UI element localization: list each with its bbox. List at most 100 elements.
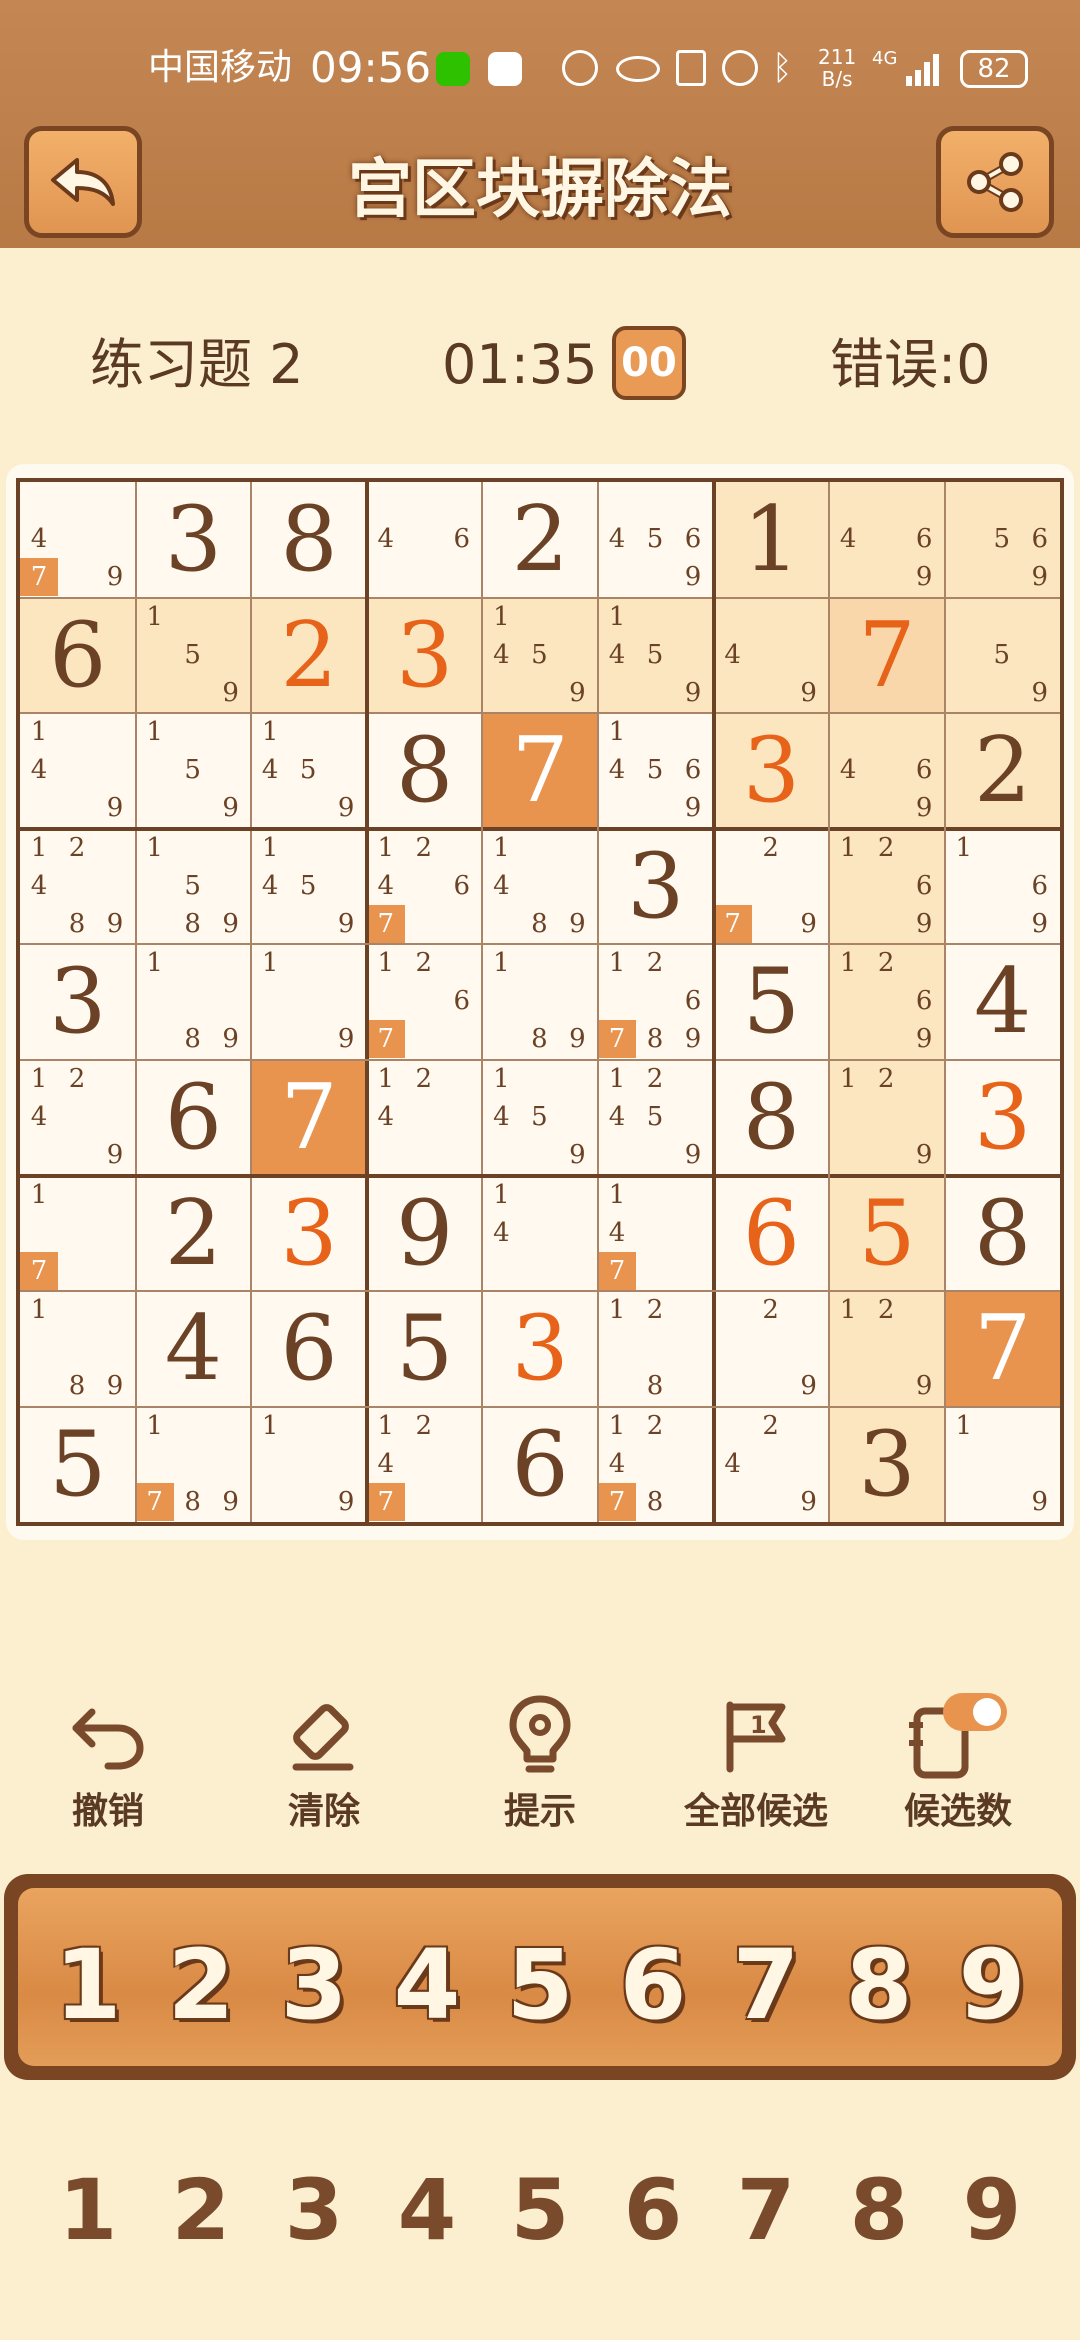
board-cell[interactable]: 1 89: [136, 944, 252, 1060]
board-cell[interactable]: 124: [367, 1060, 483, 1176]
board-cell[interactable]: 124 6 7: [366, 829, 483, 945]
board-cell[interactable]: 124 9: [20, 1060, 136, 1176]
candidate-key[interactable]: 7: [710, 2160, 822, 2260]
board-cell[interactable]: 1247: [366, 1407, 483, 1523]
board-cell[interactable]: 59: [944, 597, 1061, 714]
board-cell[interactable]: 3: [713, 713, 830, 829]
board-cell[interactable]: 12478: [598, 1407, 714, 1523]
number-key[interactable]: 8: [823, 1930, 935, 2040]
board-cell[interactable]: 1 459: [251, 829, 367, 945]
board-cell[interactable]: 29: [714, 1291, 830, 1407]
board-cell[interactable]: 126 789: [598, 944, 714, 1060]
board-cell[interactable]: 4 6 9: [829, 713, 945, 829]
board-cell[interactable]: 2: [482, 482, 598, 598]
board-cell[interactable]: 19: [251, 1407, 367, 1523]
board-cell[interactable]: 159: [135, 597, 252, 714]
board-cell[interactable]: 1 89: [20, 1291, 136, 1407]
board-cell[interactable]: 56 9: [944, 482, 1061, 598]
board-cell[interactable]: 1 459: [482, 597, 598, 714]
board-cell[interactable]: 8: [945, 1176, 1061, 1292]
board-cell[interactable]: 1 459: [251, 713, 367, 829]
board-cell[interactable]: 1789: [135, 1407, 252, 1523]
board-cell[interactable]: 12 8: [598, 1291, 714, 1407]
all-candidates-button[interactable]: 1 全部候选: [656, 1680, 856, 1834]
candidate-key[interactable]: 9: [936, 2160, 1048, 2260]
candidate-key[interactable]: 1: [32, 2160, 144, 2260]
board-cell[interactable]: 1 6 9: [945, 829, 1061, 945]
board-cell[interactable]: 2 7 9: [713, 829, 830, 945]
board-cell[interactable]: 2: [251, 597, 367, 714]
board-cell[interactable]: 159: [136, 713, 252, 829]
board-cell[interactable]: 6: [482, 1407, 598, 1523]
board-cell[interactable]: 8: [251, 482, 367, 598]
board-cell[interactable]: 3: [598, 829, 714, 945]
board-cell[interactable]: 14: [482, 1176, 598, 1292]
board-cell[interactable]: 19: [251, 944, 367, 1060]
erase-button[interactable]: 清除: [224, 1680, 424, 1834]
board-cell[interactable]: 126 7: [366, 944, 483, 1060]
board-cell[interactable]: 19: [945, 1407, 1061, 1523]
board-cell[interactable]: 5: [829, 1175, 945, 1292]
share-button[interactable]: [936, 126, 1054, 238]
candidate-key[interactable]: 6: [597, 2160, 709, 2260]
board-cell[interactable]: 126 9: [829, 828, 945, 945]
board-cell[interactable]: 46: [367, 482, 483, 598]
board-cell[interactable]: 6: [136, 1060, 252, 1176]
board-cell[interactable]: 5: [20, 1407, 136, 1523]
board-cell[interactable]: 8: [367, 713, 483, 829]
board-cell[interactable]: 3: [366, 597, 483, 714]
board-cell[interactable]: 3: [251, 1176, 367, 1292]
board-cell[interactable]: 9: [367, 1176, 483, 1292]
board-cell[interactable]: 8: [714, 1060, 830, 1176]
number-key[interactable]: 6: [597, 1930, 709, 2040]
board-cell[interactable]: 1 47: [598, 1176, 714, 1292]
board-cell[interactable]: 1 456 9: [598, 713, 714, 829]
board-cell[interactable]: 4 6 9: [829, 482, 945, 598]
board-cell[interactable]: 3: [20, 944, 136, 1060]
board-cell[interactable]: 4: [136, 1291, 252, 1407]
number-key[interactable]: 5: [484, 1930, 596, 2040]
board-cell[interactable]: 6: [714, 1176, 830, 1292]
candidate-key[interactable]: 2: [145, 2160, 257, 2260]
board-cell[interactable]: 4: [945, 944, 1061, 1060]
candidate-key[interactable]: 4: [371, 2160, 483, 2260]
board-cell[interactable]: 7: [829, 597, 945, 714]
board-cell[interactable]: 1 459: [598, 597, 714, 714]
board-cell[interactable]: 7: [944, 1291, 1061, 1407]
board-cell[interactable]: 2: [944, 713, 1061, 829]
board-cell[interactable]: 1 459: [482, 1060, 598, 1176]
board-cell[interactable]: 6: [20, 597, 136, 714]
board-cell[interactable]: 7: [251, 1060, 367, 1176]
board-cell[interactable]: 24 9: [714, 1407, 830, 1523]
board-cell[interactable]: 12 9: [829, 1060, 945, 1176]
number-key[interactable]: 3: [258, 1930, 370, 2040]
board-cell[interactable]: 12459: [598, 1060, 714, 1176]
board-cell[interactable]: 5: [367, 1291, 483, 1407]
board-cell[interactable]: 3: [829, 1406, 945, 1523]
board-cell[interactable]: 2: [136, 1176, 252, 1292]
board-cell[interactable]: 3: [136, 482, 252, 598]
hint-button[interactable]: 提示: [440, 1680, 640, 1834]
board-cell[interactable]: 1 89: [482, 944, 598, 1060]
candidate-key[interactable]: 3: [258, 2160, 370, 2260]
board-cell[interactable]: 456 9: [598, 482, 714, 598]
board-cell[interactable]: 1 489: [482, 829, 598, 945]
board-cell[interactable]: 7: [482, 713, 598, 829]
number-key[interactable]: 1: [32, 1930, 144, 2040]
board-cell[interactable]: 3: [482, 1291, 598, 1407]
candidate-toggle-button[interactable]: 候选数: [858, 1680, 1058, 1834]
board-cell[interactable]: 1589: [136, 829, 252, 945]
candidate-key[interactable]: 5: [484, 2160, 596, 2260]
number-key[interactable]: 4: [371, 1930, 483, 2040]
board-cell[interactable]: 1 4 9: [20, 713, 136, 829]
number-key[interactable]: 7: [710, 1930, 822, 2040]
candidate-key[interactable]: 8: [823, 2160, 935, 2260]
board-cell[interactable]: 17: [20, 1176, 136, 1292]
number-key[interactable]: 2: [145, 1930, 257, 2040]
number-key[interactable]: 9: [936, 1930, 1048, 2040]
board-cell[interactable]: 12 9: [829, 1291, 945, 1407]
pause-button[interactable]: 00: [612, 326, 686, 400]
board-cell[interactable]: 6: [251, 1291, 367, 1407]
board-cell[interactable]: 126 9: [829, 944, 945, 1060]
board-cell[interactable]: 1: [713, 482, 830, 598]
